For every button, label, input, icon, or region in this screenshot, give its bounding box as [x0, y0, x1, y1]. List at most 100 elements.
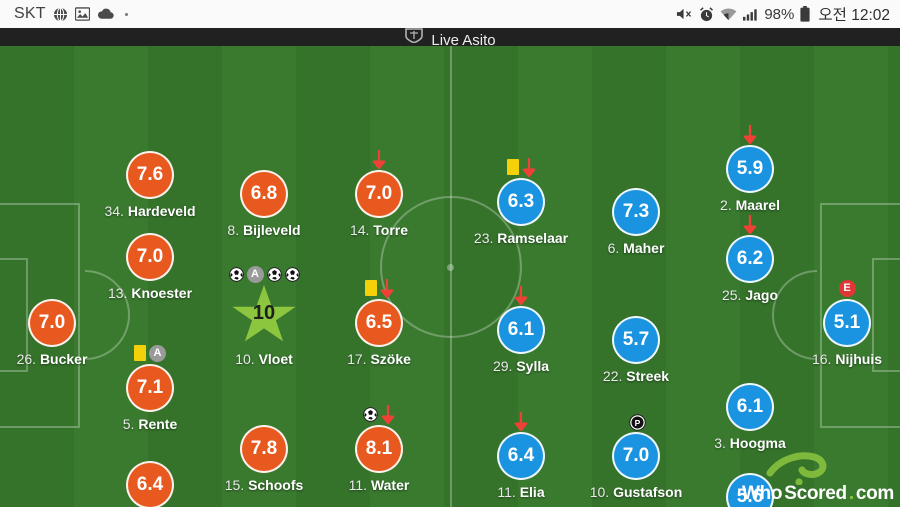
player-rating-value: 10	[252, 301, 276, 324]
player-breukers[interactable]: 6.42. Breukers	[94, 440, 206, 507]
goal-icon	[266, 266, 282, 282]
player-rente[interactable]: A 7.1 5. Rente	[94, 343, 206, 432]
player-name: 10. Vloet	[235, 351, 293, 367]
player-number: 26.	[16, 351, 40, 367]
player-rating[interactable]: 7.0	[28, 299, 76, 347]
player-rating[interactable]: 5.7	[612, 316, 660, 364]
svg-text:P: P	[634, 417, 640, 427]
player-name: 3. Hoogma	[714, 435, 786, 451]
lineup-screen: SKT 98% 오전 12:02 Live Asito 7.0 26. Buck…	[0, 0, 900, 507]
player-name: 5. Rente	[122, 416, 178, 432]
image-icon	[74, 7, 90, 21]
player-maher[interactable]: 7.3 6. Maher	[580, 167, 692, 256]
app-title: Live Asito	[431, 32, 496, 46]
player-rating[interactable]: 5.1	[823, 299, 871, 347]
player-bucker[interactable]: 7.0 26. Bucker	[0, 278, 108, 367]
player-jago[interactable]: 6.2 25. Jago	[694, 214, 806, 303]
player-bijleveld[interactable]: 6.8 8. Bijleveld	[208, 149, 320, 238]
player-rating[interactable]: 7.0	[126, 233, 174, 281]
player-rating[interactable]: 6.3	[497, 178, 545, 226]
wifi-icon	[720, 7, 737, 21]
club-crest-icon	[404, 28, 424, 46]
status-bar-left: SKT	[14, 5, 128, 23]
penalty-goal-icon: P	[628, 413, 646, 431]
player-name: 16. Nijhuis	[811, 351, 883, 367]
player-gustafson[interactable]: P 7.0 10. Gustafson	[580, 411, 692, 500]
player-badges	[372, 149, 386, 170]
player-rating[interactable]: 10	[231, 285, 297, 347]
player-number: 6.	[607, 240, 624, 256]
player-maarel[interactable]: 5.9 2. Maarel	[694, 124, 806, 213]
player-knoester[interactable]: 7.0 13. Knoester	[94, 212, 206, 301]
player-name: 15. Schoofs	[224, 477, 304, 493]
player-number: 8.	[227, 222, 243, 238]
player-streek[interactable]: 5.7 22. Streek	[580, 295, 692, 384]
player-rating[interactable]: 7.0	[612, 432, 660, 480]
yellow-card-icon	[134, 345, 146, 361]
player-rating[interactable]: 7.8	[240, 425, 288, 473]
player-rating[interactable]: 6.1	[726, 383, 774, 431]
player-rating[interactable]: 7.1	[126, 364, 174, 412]
player-badges	[743, 214, 757, 235]
player-rating[interactable]: 6.1	[497, 306, 545, 354]
substitution-off-icon	[380, 279, 394, 299]
player-number: 23.	[473, 230, 498, 246]
battery-percent-label: 98%	[764, 5, 795, 23]
player-rating[interactable]: 7.3	[612, 188, 660, 236]
error-icon: E	[838, 279, 856, 297]
player-rating[interactable]: 6.8	[240, 170, 288, 218]
substitution-off-icon	[514, 286, 528, 306]
player-badges	[363, 404, 395, 425]
substitution-off-icon	[372, 150, 386, 170]
player-badges	[364, 278, 394, 299]
player-name: 22. Streek	[602, 368, 670, 384]
player-rating[interactable]: 8.1	[355, 425, 403, 473]
player-torre[interactable]: 7.0 14. Torre	[323, 149, 435, 238]
player-rating[interactable]: 6.4	[497, 432, 545, 480]
player-number: 5.	[122, 416, 139, 432]
globe-icon	[53, 6, 68, 22]
center-spot	[447, 264, 454, 271]
player-rating[interactable]: 6.2	[726, 235, 774, 283]
player-name: 17. Szöke	[347, 351, 411, 367]
player-badges	[743, 124, 757, 145]
player-ramselaar[interactable]: 6.3 23. Ramselaar	[465, 157, 577, 246]
goal-icon	[363, 406, 378, 422]
player-name: 23. Ramselaar	[473, 230, 569, 246]
dot-icon	[124, 12, 128, 16]
player-number: 15.	[224, 477, 249, 493]
player-vloet[interactable]: A 10 10. Vloet	[208, 264, 320, 367]
player-number: 16.	[811, 351, 836, 367]
player-schoofs[interactable]: 7.8 15. Schoofs	[208, 404, 320, 493]
player-number: 14.	[349, 222, 374, 238]
substitution-off-icon	[381, 405, 395, 425]
player-badges: P	[628, 411, 646, 431]
player-name: 13. Knoester	[107, 285, 193, 301]
player-rating[interactable]: 7.6	[126, 151, 174, 199]
player-name: 26. Bucker	[16, 351, 88, 367]
player-rating[interactable]: 6.4	[126, 461, 174, 507]
player-name: 29. Sylla	[492, 358, 550, 374]
whoscored-swirl-icon	[766, 451, 828, 491]
player-elia[interactable]: 6.4 11. Elia	[465, 411, 577, 500]
yellow-card-icon	[506, 159, 519, 175]
player-sylla[interactable]: 6.1 29. Sylla	[465, 285, 577, 374]
player-szoke[interactable]: 6.5 17. Szöke	[323, 278, 435, 367]
player-water[interactable]: 8.1 11. Water	[323, 404, 435, 493]
player-name: 10. Gustafson	[589, 484, 683, 500]
player-rating[interactable]: 7.0	[355, 170, 403, 218]
player-hoogma[interactable]: 6.1 3. Hoogma	[694, 362, 806, 451]
battery-icon	[800, 6, 810, 22]
substitution-off-icon	[522, 158, 536, 178]
goal-icon	[228, 266, 244, 282]
player-number: 22.	[602, 368, 627, 384]
player-number: 2.	[720, 197, 736, 213]
player-name: 14. Torre	[349, 222, 409, 238]
player-nijhuis[interactable]: E 5.1 16. Nijhuis	[791, 278, 900, 367]
player-hardeveld[interactable]: 7.6 34. Hardeveld	[94, 130, 206, 219]
whoscored-watermark: Who Scored. com	[742, 452, 894, 505]
player-number: 3.	[714, 435, 730, 451]
player-rating[interactable]: 6.5	[355, 299, 403, 347]
signal-icon	[743, 8, 758, 21]
player-rating[interactable]: 5.9	[726, 145, 774, 193]
